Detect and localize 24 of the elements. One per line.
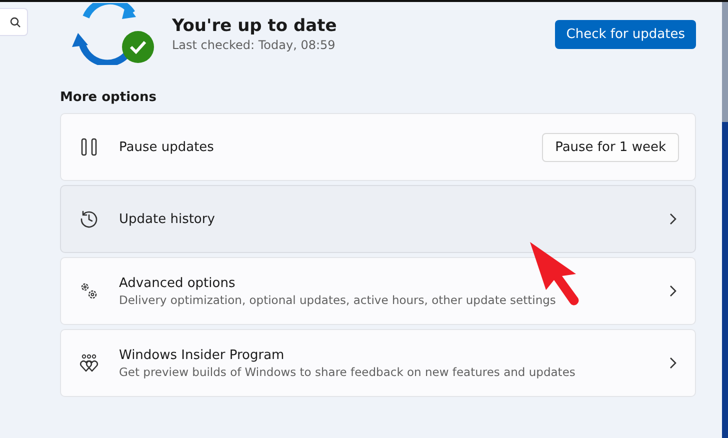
search-icon <box>10 16 21 28</box>
option-title: Pause updates <box>119 140 215 154</box>
chevron-icon <box>669 357 677 369</box>
pause-icon <box>79 137 99 157</box>
section-title: More options <box>60 90 158 105</box>
option-card[interactable]: Update history <box>60 185 696 253</box>
gears-icon <box>79 281 99 301</box>
search-field[interactable] <box>0 8 28 36</box>
option-card[interactable]: Advanced options Delivery optimization, optional updates, active hours, other update settings <box>60 257 696 325</box>
option-card[interactable]: Pause updates Pause for 1 week <box>60 113 696 181</box>
status-title: You're up to date <box>172 16 338 36</box>
pause-button[interactable]: Pause for 1 week <box>542 132 679 162</box>
chevron-icon <box>669 213 677 225</box>
chevron-icon <box>669 285 677 297</box>
option-title: Update history <box>119 212 216 226</box>
history-icon <box>79 209 99 229</box>
last-checked-text: Last checked: Today, 08:59 <box>172 38 336 52</box>
check-for-updates-button[interactable]: Check for updates <box>555 20 696 48</box>
hearts-people-icon <box>79 353 99 373</box>
option-card[interactable]: Windows Insider Program Get preview builds of Windows to share feedback on new features and updates <box>60 329 696 397</box>
option-title: Advanced options <box>119 276 236 290</box>
option-description: Delivery optimization, optional updates, active hours, other update settings <box>119 292 557 306</box>
option-title: Windows Insider Program <box>119 348 286 362</box>
option-description: Get preview builds of Windows to share feedback on new features and updates <box>119 364 576 378</box>
